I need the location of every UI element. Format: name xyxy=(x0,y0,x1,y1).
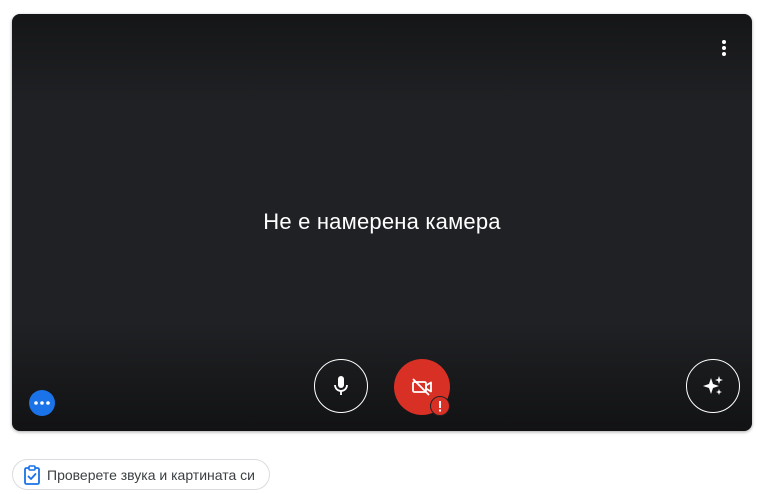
clipboard-check-icon xyxy=(24,464,40,485)
more-vert-icon xyxy=(722,40,726,56)
videocam-off-icon xyxy=(412,378,432,396)
microphone-toggle-button[interactable] xyxy=(314,359,368,413)
no-camera-message: Не е намерена камера xyxy=(263,209,501,234)
more-horiz-icon xyxy=(34,401,50,405)
camera-preview: Не е намерена камера xyxy=(12,14,752,431)
top-gradient xyxy=(12,14,752,104)
more-actions-button[interactable] xyxy=(29,390,55,416)
sparkle-icon xyxy=(703,376,723,395)
camera-warning-badge xyxy=(430,396,450,416)
microphone-icon xyxy=(334,376,348,395)
exclamation-icon xyxy=(439,400,441,411)
more-options-button[interactable] xyxy=(710,34,738,62)
check-audio-video-label: Проверете звука и картината си xyxy=(47,466,255,483)
visual-effects-button[interactable] xyxy=(686,359,740,413)
check-audio-video-button[interactable]: Проверете звука и картината си xyxy=(12,459,270,490)
bottom-gradient xyxy=(12,321,752,431)
